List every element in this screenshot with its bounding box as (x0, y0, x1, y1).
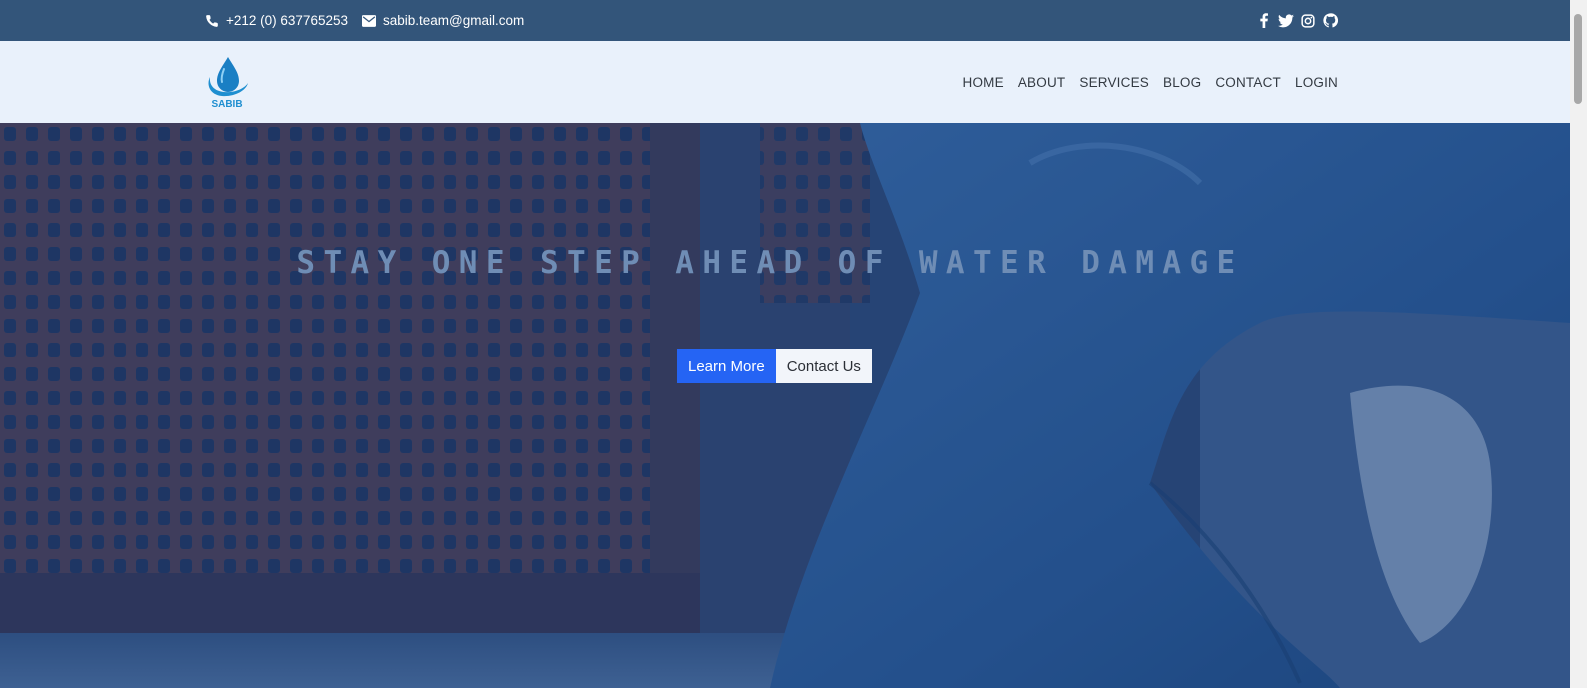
page-scrollbar[interactable] (1570, 0, 1587, 688)
phone-number: +212 (0) 637765253 (226, 13, 348, 28)
sabib-logo[interactable]: SABIB (204, 55, 250, 110)
contact-us-button[interactable]: Contact Us (775, 349, 872, 383)
nav-about[interactable]: ABOUT (1018, 75, 1066, 90)
nav-services[interactable]: SERVICES (1079, 75, 1149, 90)
main-navbar: SABIB HOME ABOUT SERVICES BLOG CONTACT L… (0, 41, 1570, 123)
facebook-icon[interactable] (1256, 13, 1272, 29)
top-contact-bar: +212 (0) 637765253 sabib.team@gmail.com (0, 0, 1570, 41)
envelope-icon (362, 14, 376, 27)
nav-blog[interactable]: BLOG (1163, 75, 1201, 90)
social-links (1256, 0, 1338, 41)
learn-more-button[interactable]: Learn More (677, 349, 776, 383)
nav-home[interactable]: HOME (963, 75, 1004, 90)
phone-contact[interactable]: +212 (0) 637765253 (205, 0, 348, 41)
phone-icon (206, 14, 218, 27)
nav-login[interactable]: LOGIN (1295, 75, 1338, 90)
email-contact[interactable]: sabib.team@gmail.com (362, 0, 524, 41)
hero-section: STAY ONE STEP AHEAD OF WATER DAMAGE Lear… (0, 123, 1570, 688)
email-address: sabib.team@gmail.com (383, 13, 525, 28)
logo-text: SABIB (211, 99, 242, 109)
hero-background-image (0, 123, 1570, 688)
scrollbar-thumb[interactable] (1574, 14, 1582, 104)
nav-contact[interactable]: CONTACT (1215, 75, 1281, 90)
github-icon[interactable] (1322, 13, 1338, 29)
nav-menu: HOME ABOUT SERVICES BLOG CONTACT LOGIN (963, 41, 1338, 123)
hero-title: STAY ONE STEP AHEAD OF WATER DAMAGE (296, 245, 1244, 281)
hero-buttons: Learn More Contact Us (677, 349, 872, 383)
instagram-icon[interactable] (1300, 13, 1316, 29)
twitter-icon[interactable] (1278, 13, 1294, 29)
